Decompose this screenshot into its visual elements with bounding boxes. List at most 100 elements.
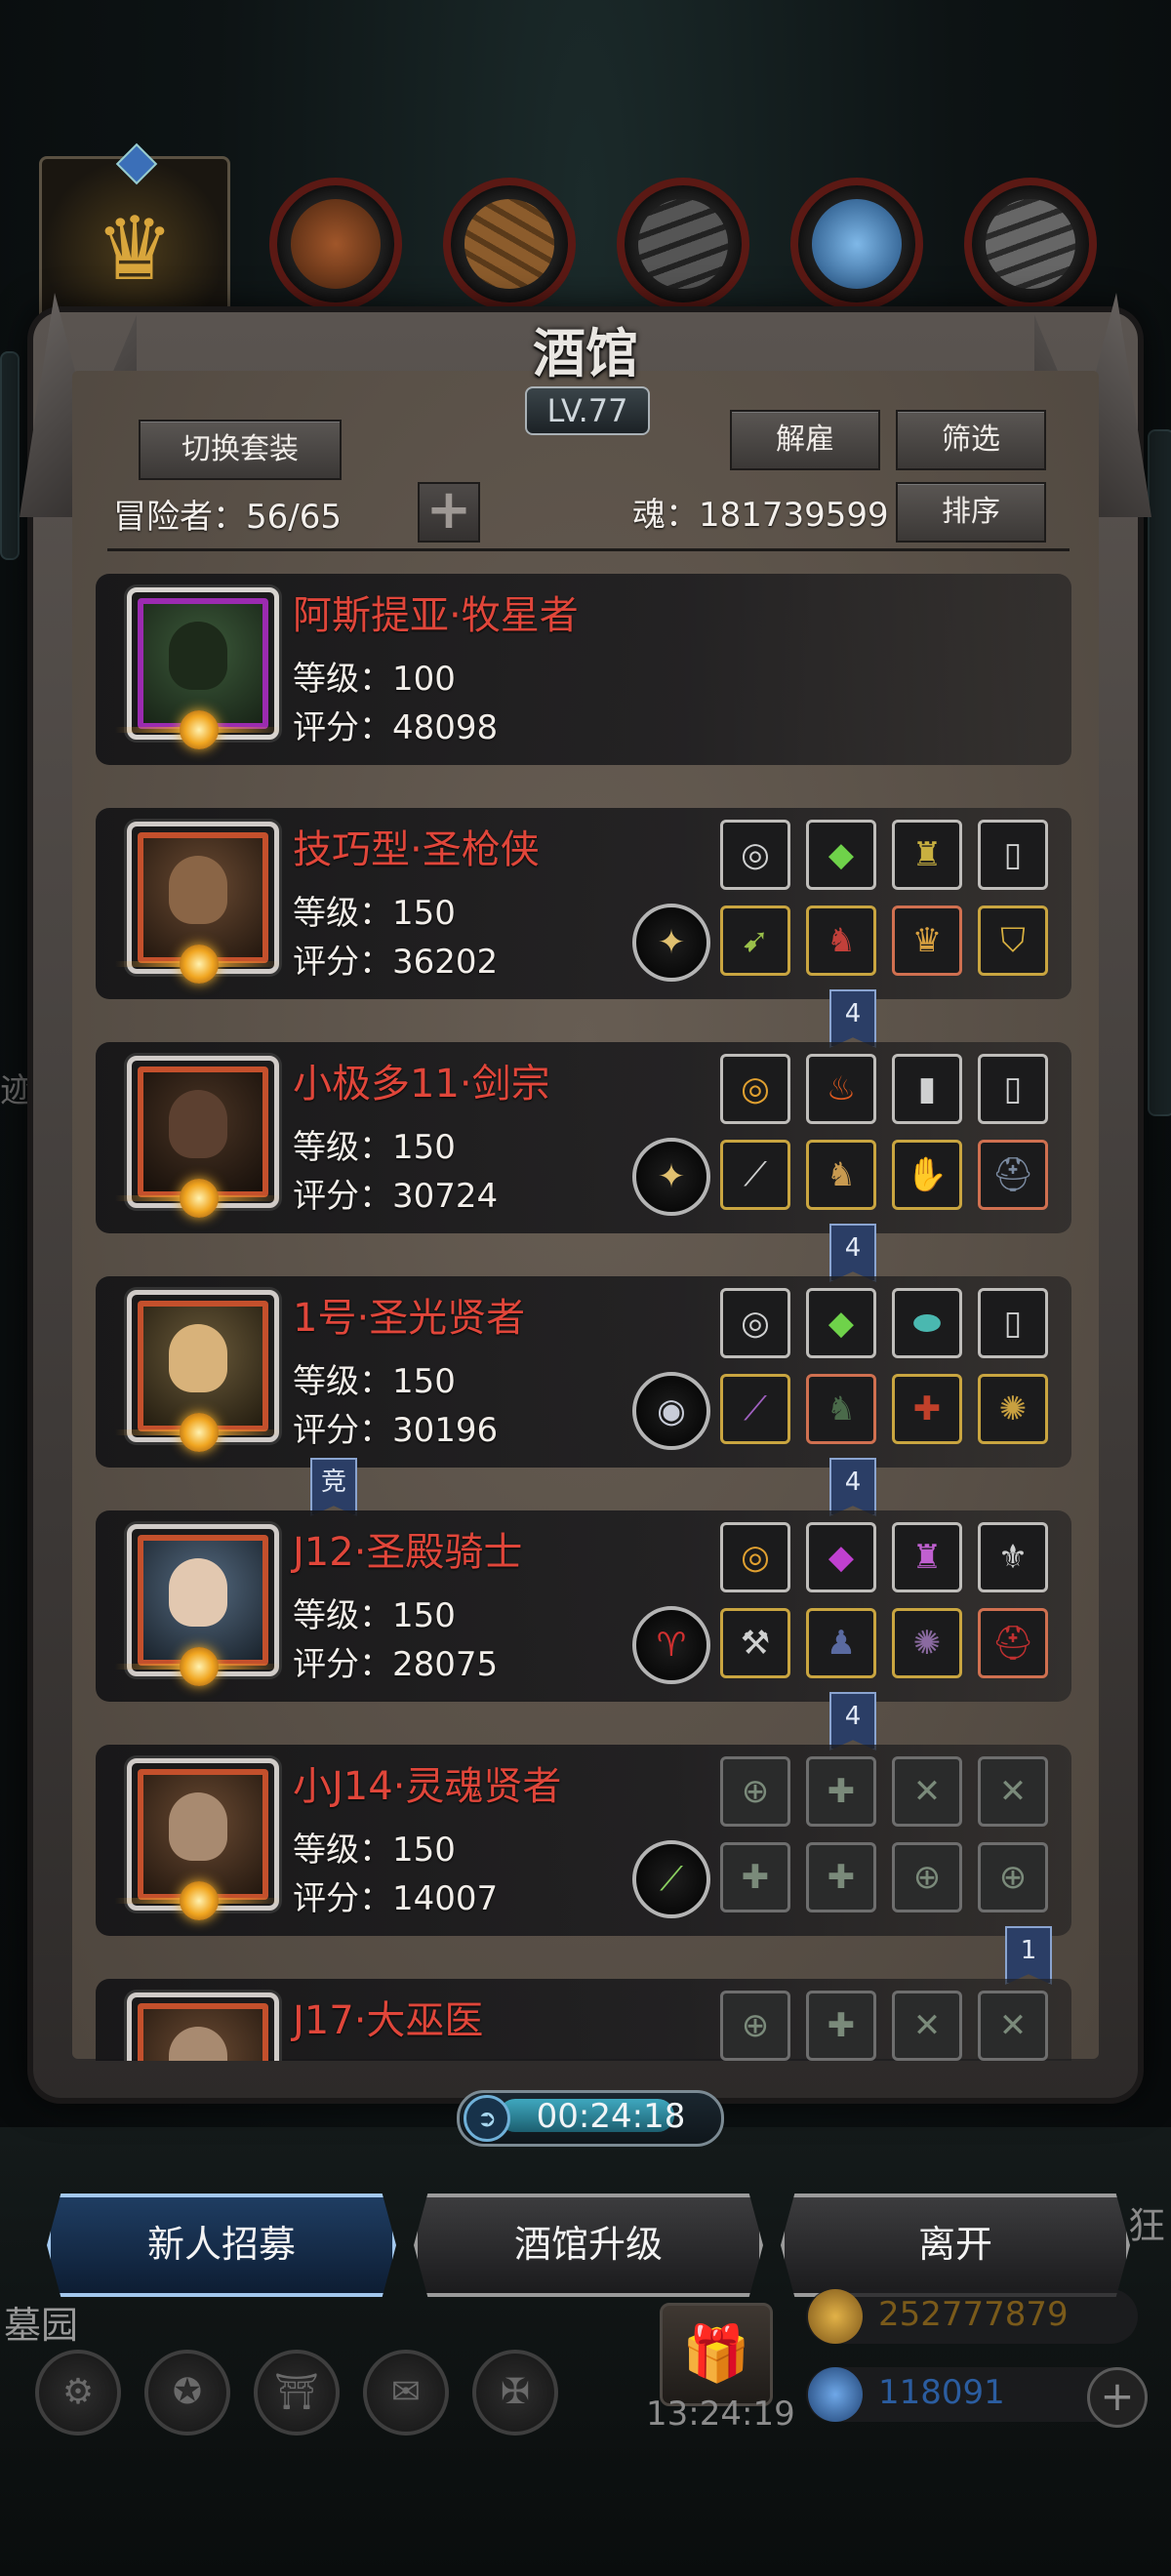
tab-leather-armor[interactable]: [269, 178, 402, 310]
cross-icon[interactable]: ✠: [472, 2350, 558, 2435]
tab-crystal[interactable]: [790, 178, 923, 310]
class-halo-icon[interactable]: ◉: [632, 1372, 710, 1450]
hero-card[interactable]: J12·圣殿骑士 等级：150 评分：28075 ♈ ◎ ◆ ♜ ⚜ ⚒ ♟ ✺…: [96, 1510, 1071, 1702]
hero-card[interactable]: 1号·圣光贤者 等级：150 评分：30196 ◉ ◎ ◆ ⬬ ▯ ⟋ ♞ ✚ …: [96, 1276, 1071, 1468]
equipment-slot-ring[interactable]: ◎: [720, 1288, 790, 1358]
hero-card[interactable]: 阿斯提亚·牧星者 等级：100 评分：48098: [96, 574, 1071, 765]
hero-score: 评分：36202: [293, 943, 499, 982]
tab-iron[interactable]: [617, 178, 749, 310]
clock-icon: ➲: [464, 2095, 510, 2142]
category-tabs: ♛: [39, 142, 1132, 328]
hero-card[interactable]: 小极多11·剑宗 等级：150 评分：30724 ✦ ◎ ♨ ▮ ▯ ⟋ ♞ ✋…: [96, 1042, 1071, 1233]
equipment-slot-gem[interactable]: ◆: [806, 1288, 876, 1358]
equipment-slot-stone[interactable]: ⬬: [892, 1288, 962, 1358]
empty-slot-bracer[interactable]: ✕: [978, 1991, 1048, 2061]
equipment-slot-amulet[interactable]: ✚: [892, 1374, 962, 1444]
equipment-slot-helmet[interactable]: ⛑: [978, 1140, 1048, 1210]
gem-icon: [808, 2367, 863, 2422]
window-title-plate: 酒馆: [488, 310, 683, 388]
equipment-slot-ring[interactable]: ◎: [720, 820, 790, 890]
switch-outfit-button[interactable]: 切换套装: [139, 420, 342, 480]
header-divider: [107, 548, 1070, 551]
hero-level: 等级：150: [293, 1128, 456, 1167]
class-wings-icon[interactable]: ✦: [632, 904, 710, 982]
steel-ingot-icon: [986, 199, 1075, 289]
empty-slot-gem[interactable]: ✚: [806, 1756, 876, 1827]
refresh-timer: ➲ 00:24:18: [457, 2090, 724, 2147]
equipment-slot-ring[interactable]: ◎: [720, 1522, 790, 1592]
cemetery-label: 墓园: [4, 2304, 79, 2347]
class-spear-icon[interactable]: ⟋: [632, 1840, 710, 1918]
gate-icon[interactable]: ⛩: [254, 2350, 340, 2435]
mail-icon[interactable]: ✉: [363, 2350, 449, 2435]
gear-icon[interactable]: ⚙: [35, 2350, 121, 2435]
rank-emblem-icon: [180, 1647, 219, 1686]
equipment-slot-helmet[interactable]: ⛑: [978, 1608, 1048, 1678]
empty-slot-weapon[interactable]: ✚: [720, 1842, 790, 1912]
equipment-slot-staff[interactable]: ⟋: [720, 1374, 790, 1444]
equipment-slot-armor[interactable]: ♞: [806, 1374, 876, 1444]
tab-crown[interactable]: ♛: [39, 142, 230, 328]
hero-name: 技巧型·圣枪侠: [293, 827, 540, 872]
equipment-slot-gem[interactable]: ◆: [806, 820, 876, 890]
hero-name: 小J14·灵魂贤者: [293, 1764, 562, 1809]
hooded-figure-icon: [169, 622, 227, 690]
equipment-slot-bracer[interactable]: ▮: [892, 1054, 962, 1124]
equipment-slot-bracer[interactable]: ▯: [978, 1288, 1048, 1358]
class-wings-icon[interactable]: ✦: [632, 1138, 710, 1216]
star-icon[interactable]: ✪: [144, 2350, 230, 2435]
equipment-slot-weapon[interactable]: ⟋: [720, 1140, 790, 1210]
equipment-slot-bracer[interactable]: ▯: [978, 820, 1048, 890]
equipment-slot-shield[interactable]: ⛉: [978, 906, 1048, 976]
hero-card[interactable]: 技巧型·圣枪侠 等级：150 评分：36202 ✦ ◎ ◆ ♜ ▯ ➹ ♞ ♛ …: [96, 808, 1071, 999]
class-fangs-icon[interactable]: ♈: [632, 1606, 710, 1684]
dismiss-button[interactable]: 解雇: [730, 410, 880, 470]
equipment-slot-armor[interactable]: ♞: [806, 1140, 876, 1210]
empty-slot-lantern[interactable]: ✕: [892, 1756, 962, 1827]
rank-emblem-icon: [180, 710, 219, 749]
empty-slot-bracer[interactable]: ✕: [978, 1756, 1048, 1827]
equipment-slot-armor[interactable]: ♞: [806, 906, 876, 976]
empty-slot-armor[interactable]: ✚: [806, 1842, 876, 1912]
equipment-slot-bracer-2[interactable]: ▯: [978, 1054, 1048, 1124]
gunslinger-face-icon: [169, 856, 227, 924]
side-text-right: 狂: [1128, 2204, 1166, 2247]
upgrade-tavern-button[interactable]: 酒馆升级: [414, 2194, 763, 2297]
hero-card[interactable]: 小J14·灵魂贤者 等级：150 评分：14007 ⟋ ⊕ ✚ ✕ ✕ ✚ ✚ …: [96, 1745, 1071, 1936]
gift-icon[interactable]: 🎁: [660, 2303, 773, 2406]
equipment-slot-robe[interactable]: ♟: [806, 1608, 876, 1678]
equipment-slot-gem[interactable]: ♨: [806, 1054, 876, 1124]
tavern-level-badge: LV.77: [525, 386, 650, 435]
equipment-slot-gloves[interactable]: ✋: [892, 1140, 962, 1210]
equipment-slot-ring[interactable]: ◎: [720, 1054, 790, 1124]
hero-level: 等级：150: [293, 1596, 456, 1635]
soul-count: 魂：181739599: [632, 496, 889, 535]
leave-button[interactable]: 离开: [781, 2194, 1130, 2297]
equipment-slot-lantern[interactable]: ♜: [892, 1522, 962, 1592]
rank-emblem-icon: [180, 1179, 219, 1218]
add-capacity-button[interactable]: +: [418, 482, 480, 543]
empty-slot-orb[interactable]: ⊕: [978, 1842, 1048, 1912]
equipment-slot-gem[interactable]: ◆: [806, 1522, 876, 1592]
empty-slot-amulet[interactable]: ⊕: [892, 1842, 962, 1912]
equipment-slot-orb[interactable]: ✺: [978, 1374, 1048, 1444]
equipment-slot-crest[interactable]: ⚜: [978, 1522, 1048, 1592]
equipment-slot-hammer[interactable]: ⚒: [720, 1608, 790, 1678]
tab-steel[interactable]: [964, 178, 1097, 310]
filter-button[interactable]: 筛选: [896, 410, 1046, 470]
equipment-slot-helmet[interactable]: ♛: [892, 906, 962, 976]
tab-wood[interactable]: [443, 178, 576, 310]
gold-icon: [808, 2289, 863, 2344]
equipment-slot-orb[interactable]: ✺: [892, 1608, 962, 1678]
add-gems-button[interactable]: +: [1087, 2367, 1148, 2428]
hero-level: 等级：100: [293, 660, 456, 699]
equipment-slot-lantern[interactable]: ♜: [892, 820, 962, 890]
empty-slot-lantern[interactable]: ✕: [892, 1991, 962, 2061]
empty-slot-ring[interactable]: ⊕: [720, 1756, 790, 1827]
empty-slot-ring[interactable]: ⊕: [720, 1991, 790, 2061]
hero-card[interactable]: J17·大巫医 ⊕ ✚ ✕ ✕: [96, 1979, 1071, 2061]
recruit-button[interactable]: 新人招募: [47, 2194, 396, 2297]
equipment-slot-weapon[interactable]: ➹: [720, 906, 790, 976]
sort-button[interactable]: 排序: [896, 482, 1046, 543]
empty-slot-gem[interactable]: ✚: [806, 1991, 876, 2061]
